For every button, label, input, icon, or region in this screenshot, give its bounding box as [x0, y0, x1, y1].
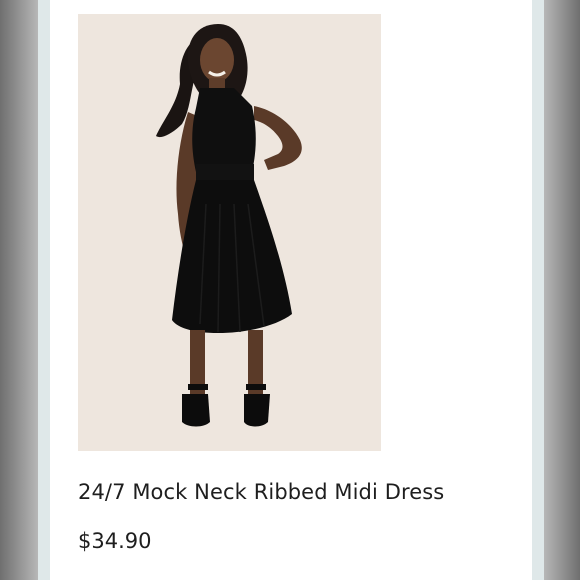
bezel-left: [38, 0, 50, 580]
screen: 24/7 Mock Neck Ribbed Midi Dress $34.90: [0, 0, 580, 580]
product-card: 24/7 Mock Neck Ribbed Midi Dress $34.90: [50, 0, 532, 580]
bezel-right: [532, 0, 544, 580]
product-image[interactable]: [78, 14, 381, 451]
model-photo: [78, 14, 381, 451]
product-title[interactable]: 24/7 Mock Neck Ribbed Midi Dress: [78, 480, 518, 504]
product-price: $34.90: [78, 529, 152, 553]
frame-right: [544, 0, 580, 580]
frame-left: [0, 0, 38, 580]
